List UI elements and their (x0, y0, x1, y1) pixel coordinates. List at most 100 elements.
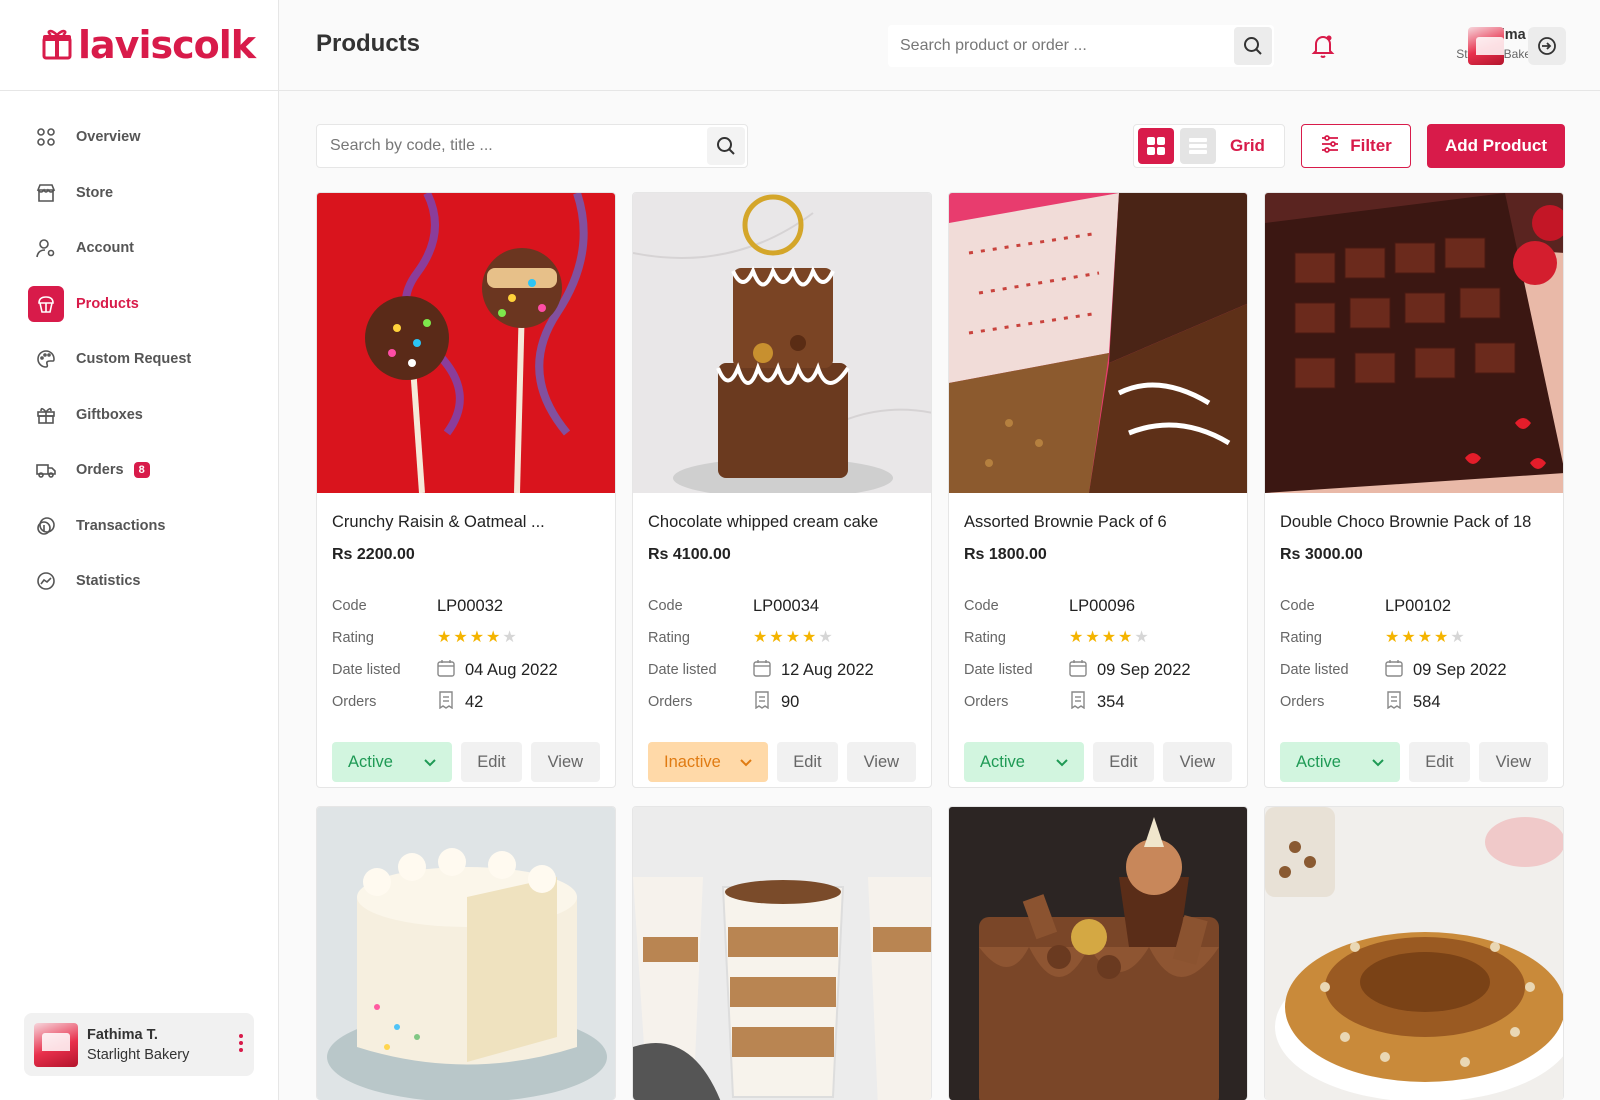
view-mode-label: Grid (1230, 136, 1265, 155)
product-card[interactable] (1264, 806, 1564, 1100)
star-filled-icon: ★ (486, 629, 501, 646)
search-icon[interactable] (707, 127, 745, 165)
store-icon (28, 175, 64, 211)
product-card[interactable]: Double Choco Brownie Pack of 18 Rs 3000.… (1264, 192, 1564, 788)
product-search-input[interactable] (317, 137, 707, 155)
palette-icon (28, 341, 64, 377)
edit-button[interactable]: Edit (777, 742, 838, 782)
coins-icon (28, 508, 64, 544)
product-title: Crunchy Raisin & Oatmeal ... (332, 513, 545, 531)
view-button[interactable]: View (1162, 742, 1232, 782)
calendar-icon (1385, 659, 1403, 682)
view-button[interactable]: View (846, 742, 916, 782)
list-view-icon[interactable] (1180, 128, 1216, 164)
sidebar-item-statistics[interactable]: Statistics (28, 563, 250, 599)
status-dropdown[interactable]: Active (964, 742, 1085, 782)
date-label: Date listed (964, 662, 1033, 678)
status-dropdown[interactable]: Active (332, 742, 453, 782)
edit-button[interactable]: Edit (1093, 742, 1154, 782)
sidebar-item-orders[interactable]: Orders 8 (28, 452, 250, 488)
status-dropdown[interactable]: Active (1280, 742, 1401, 782)
view-button[interactable]: View (530, 742, 600, 782)
product-price: Rs 1800.00 (964, 546, 1047, 563)
user-name: Fathima T. (87, 1026, 158, 1043)
rating-label: Rating (964, 630, 1006, 646)
star-empty-icon: ★ (818, 629, 833, 646)
status-label: Active (980, 752, 1025, 771)
product-code: LP00102 (1385, 596, 1452, 615)
orders-count: 90 (781, 692, 800, 711)
product-card[interactable] (948, 806, 1248, 1100)
cake-icon (28, 285, 64, 322)
sidebar-user-card[interactable]: Fathima T. Starlight Bakery (24, 1013, 254, 1076)
sidebar-item-transactions[interactable]: Transactions (28, 508, 250, 544)
star-filled-icon: ★ (769, 629, 784, 646)
product-image (633, 193, 931, 493)
product-price: Rs 3000.00 (1280, 546, 1363, 563)
product-card[interactable]: Chocolate whipped cream cake Rs 4100.00 … (632, 192, 932, 788)
edit-button[interactable]: Edit (461, 742, 522, 782)
orders-label: Orders (332, 694, 377, 710)
orders-count-badge: 8 (133, 462, 150, 478)
grid-view-icon[interactable] (1138, 128, 1174, 164)
view-button[interactable]: View (1478, 742, 1548, 782)
product-image (317, 807, 615, 1100)
edit-button[interactable]: Edit (1409, 742, 1470, 782)
date-listed: 04 Aug 2022 (465, 660, 558, 679)
product-card[interactable]: Crunchy Raisin & Oatmeal ... Rs 2200.00 … (316, 192, 616, 788)
status-dropdown[interactable]: Inactive (648, 742, 769, 782)
chevron-down-icon (1372, 753, 1384, 772)
sidebar-item-label: Products (76, 295, 139, 312)
add-product-button[interactable]: Add Product (1427, 124, 1565, 168)
page-title: Products (316, 30, 421, 57)
sidebar-item-label: Store (76, 184, 114, 201)
rating-stars: ★ ★ ★ ★ ★ (1069, 630, 1149, 646)
star-filled-icon: ★ (1401, 629, 1416, 646)
orders-label: Orders (1280, 694, 1325, 710)
sidebar-item-giftboxes[interactable]: Giftboxes (28, 397, 250, 433)
truck-icon (28, 452, 64, 488)
sidebar-item-label: Giftboxes (76, 406, 143, 423)
orders-count: 354 (1097, 692, 1125, 711)
rating-label: Rating (1280, 630, 1322, 646)
product-card[interactable]: Assorted Brownie Pack of 6 Rs 1800.00 Co… (948, 192, 1248, 788)
sidebar-item-label: Account (76, 240, 134, 256)
orders-count: 42 (465, 692, 484, 711)
header-user-name: Fathima T. (1470, 27, 1541, 43)
header-user-shop: Starlight Bakery (1456, 47, 1541, 61)
user-shop: Starlight Bakery (87, 1046, 190, 1063)
sidebar-item-store[interactable]: Store (28, 175, 250, 211)
product-card[interactable] (632, 806, 932, 1100)
product-image (949, 807, 1247, 1100)
product-card[interactable] (316, 806, 616, 1100)
calendar-icon (753, 659, 771, 682)
filter-button[interactable]: Filter (1301, 124, 1411, 168)
gift-icon (28, 397, 64, 433)
sidebar-item-overview[interactable]: Overview (28, 119, 250, 155)
star-filled-icon: ★ (1417, 629, 1433, 646)
search-icon[interactable] (1234, 27, 1272, 65)
orders-label: Orders (648, 694, 693, 710)
sidebar-item-custom-request[interactable]: Custom Request (28, 341, 250, 377)
chevron-down-icon (424, 753, 436, 772)
star-filled-icon: ★ (1101, 629, 1117, 646)
receipt-icon (1385, 690, 1403, 714)
product-image (949, 193, 1247, 493)
global-search-input[interactable] (888, 37, 1234, 55)
logo[interactable]: laviscolk (0, 0, 278, 91)
header-user-info[interactable]: Fathima T. Starlight Bakery (1361, 27, 1541, 61)
logout-icon[interactable] (1528, 27, 1566, 65)
sidebar-item-products[interactable]: Products (28, 285, 250, 322)
gift-logo-icon (42, 26, 72, 65)
sidebar-item-label: Statistics (76, 573, 141, 589)
product-code: LP00032 (437, 596, 504, 615)
sidebar-item-account[interactable]: Account (28, 230, 250, 266)
bell-icon[interactable] (1311, 33, 1335, 64)
avatar (1468, 27, 1504, 65)
star-empty-icon: ★ (502, 629, 517, 646)
user-settings-icon (28, 230, 64, 266)
rating-label: Rating (332, 630, 374, 646)
header-avatar[interactable] (1468, 27, 1504, 65)
logo-text: laviscolk (78, 23, 256, 67)
more-options-icon[interactable] (238, 1033, 244, 1057)
